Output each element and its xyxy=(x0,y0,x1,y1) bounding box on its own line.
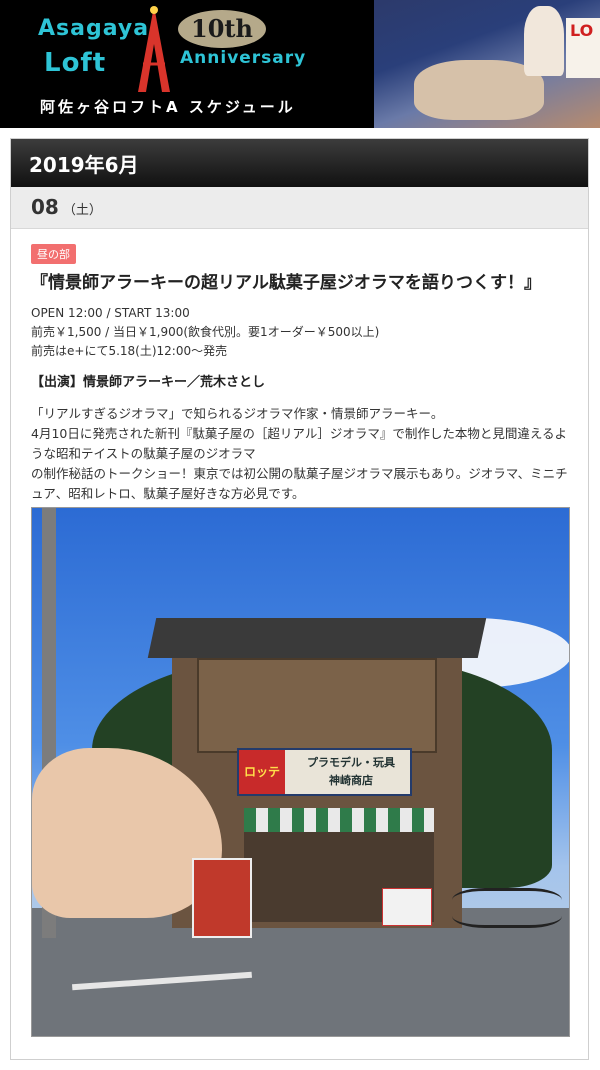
event-description: 「リアルすぎるジオラマ」で知られるジオラマ作家・情景師アラーキー。 4月10日に… xyxy=(31,404,568,504)
photo-freezer xyxy=(382,888,432,926)
photo-miniature-rack xyxy=(192,858,252,938)
banner-illustration: LO xyxy=(374,0,600,128)
photo-bicycles xyxy=(452,888,562,928)
logo-loft-text: Loft xyxy=(44,48,107,78)
banner-subtitle: 阿佐ヶ谷ロフトA スケジュール xyxy=(40,98,296,116)
date-weekday: （土） xyxy=(62,203,102,218)
event-entry: 昼の部 『情景師アラーキーの超リアル駄菓子屋ジオラマを語りつくす！』 OPEN … xyxy=(11,229,588,504)
photo-awning xyxy=(244,808,434,832)
anniversary-number: 10th xyxy=(191,14,253,43)
rider-illustration xyxy=(524,6,564,76)
month-header: 2019年6月 xyxy=(11,139,588,187)
photo-sign-line: プラモデル・玩具 xyxy=(307,756,395,769)
photo-sign-left: ロッテ xyxy=(239,750,285,794)
session-badge: 昼の部 xyxy=(31,244,76,264)
photo-sign-right: プラモデル・玩具 神崎商店 xyxy=(293,754,409,790)
description-line: 「リアルすぎるジオラマ」で知られるジオラマ作家・情景師アラーキー。 xyxy=(31,406,444,421)
date-number: 08 xyxy=(31,195,59,219)
schedule-panel: 2019年6月 08 （土） 昼の部 『情景師アラーキーの超リアル駄菓子屋ジオラマ… xyxy=(10,138,589,1060)
photo-sign-line: 神崎商店 xyxy=(329,774,373,787)
performers: 【出演】情景師アラーキー／荒木さとし xyxy=(31,375,266,390)
event-info: OPEN 12:00 / START 13:00 前売￥1,500 / 当日￥1… xyxy=(31,304,568,361)
tower-icon xyxy=(138,6,170,92)
anniversary-badge: 10th xyxy=(178,10,266,48)
event-title[interactable]: 『情景師アラーキーの超リアル駄菓子屋ジオラマを語りつくす！』 xyxy=(31,270,568,296)
description-line: 4月10日に発売された新刊『駄菓子屋の［超リアル］ジオラマ』で制作した本物と見間… xyxy=(31,426,567,461)
logo-asagaya-text: Asagaya xyxy=(38,16,150,41)
site-header-banner[interactable]: Asagaya Loft 10th Anniversary 阿佐ヶ谷ロフトA ス… xyxy=(0,0,600,128)
banner-art-sign: LO xyxy=(566,18,600,78)
event-photo: ロッテ プラモデル・玩具 神崎商店 xyxy=(31,507,570,1037)
presale-info: 前売はe+にて5.18(土)12:00〜発売 xyxy=(31,344,228,358)
ticket-price: 前売￥1,500 / 当日￥1,900(飲食代別。要1オーダー￥500以上) xyxy=(31,325,380,339)
photo-upper-floor xyxy=(197,658,437,753)
open-start-time: OPEN 12:00 / START 13:00 xyxy=(31,306,190,320)
anniversary-text: Anniversary xyxy=(180,48,307,68)
date-row: 08 （土） xyxy=(11,187,588,229)
description-line: の制作秘話のトークショー！東京では初公開の駄菓子屋ジオラマ展示もあり。ジオラマ、… xyxy=(31,466,568,501)
asagaya-loft-logo[interactable]: Asagaya Loft 10th Anniversary xyxy=(30,4,305,92)
photo-roof xyxy=(147,618,487,658)
photo-shop-sign: ロッテ プラモデル・玩具 神崎商店 xyxy=(237,748,412,796)
